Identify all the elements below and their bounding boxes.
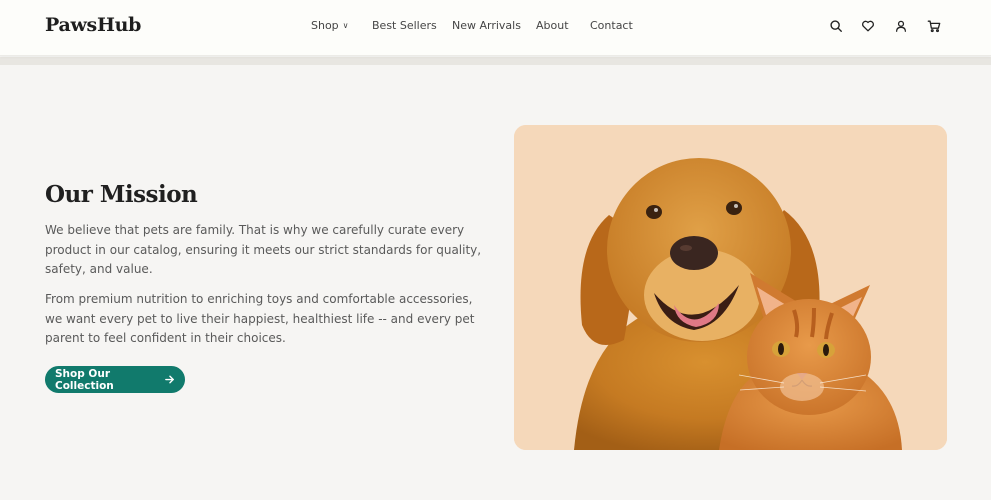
header-divider-strip: [0, 57, 991, 65]
user-icon[interactable]: [893, 18, 909, 34]
nav-new-arrivals[interactable]: New Arrivals: [452, 19, 521, 32]
chevron-down-icon: ∨: [342, 21, 349, 30]
shop-collection-label: Shop Our Collection: [55, 367, 114, 392]
nav-shop-label: Shop: [311, 19, 339, 32]
mission-paragraph-1: We believe that pets are family. That is…: [45, 223, 482, 276]
arrow-right-icon: [164, 374, 175, 385]
heart-icon[interactable]: [860, 18, 876, 34]
cart-icon[interactable]: [926, 18, 942, 34]
logo[interactable]: PawsHub: [45, 14, 141, 36]
search-icon[interactable]: [828, 18, 844, 34]
nav-about[interactable]: About: [536, 19, 569, 32]
nav-best-sellers[interactable]: Best Sellers: [372, 19, 437, 32]
hero-image-dog-and-cat: [514, 125, 947, 450]
mission-title: Our Mission: [45, 181, 198, 208]
shop-collection-button[interactable]: Shop Our Collection: [45, 366, 185, 393]
mission-paragraph-2: From premium nutrition to enriching toys…: [45, 292, 475, 345]
site-header: PawsHub Shop ∨ Best Sellers New Arrivals …: [0, 0, 991, 56]
nav-contact[interactable]: Contact: [590, 19, 633, 32]
nav-shop[interactable]: Shop ∨: [311, 19, 349, 32]
